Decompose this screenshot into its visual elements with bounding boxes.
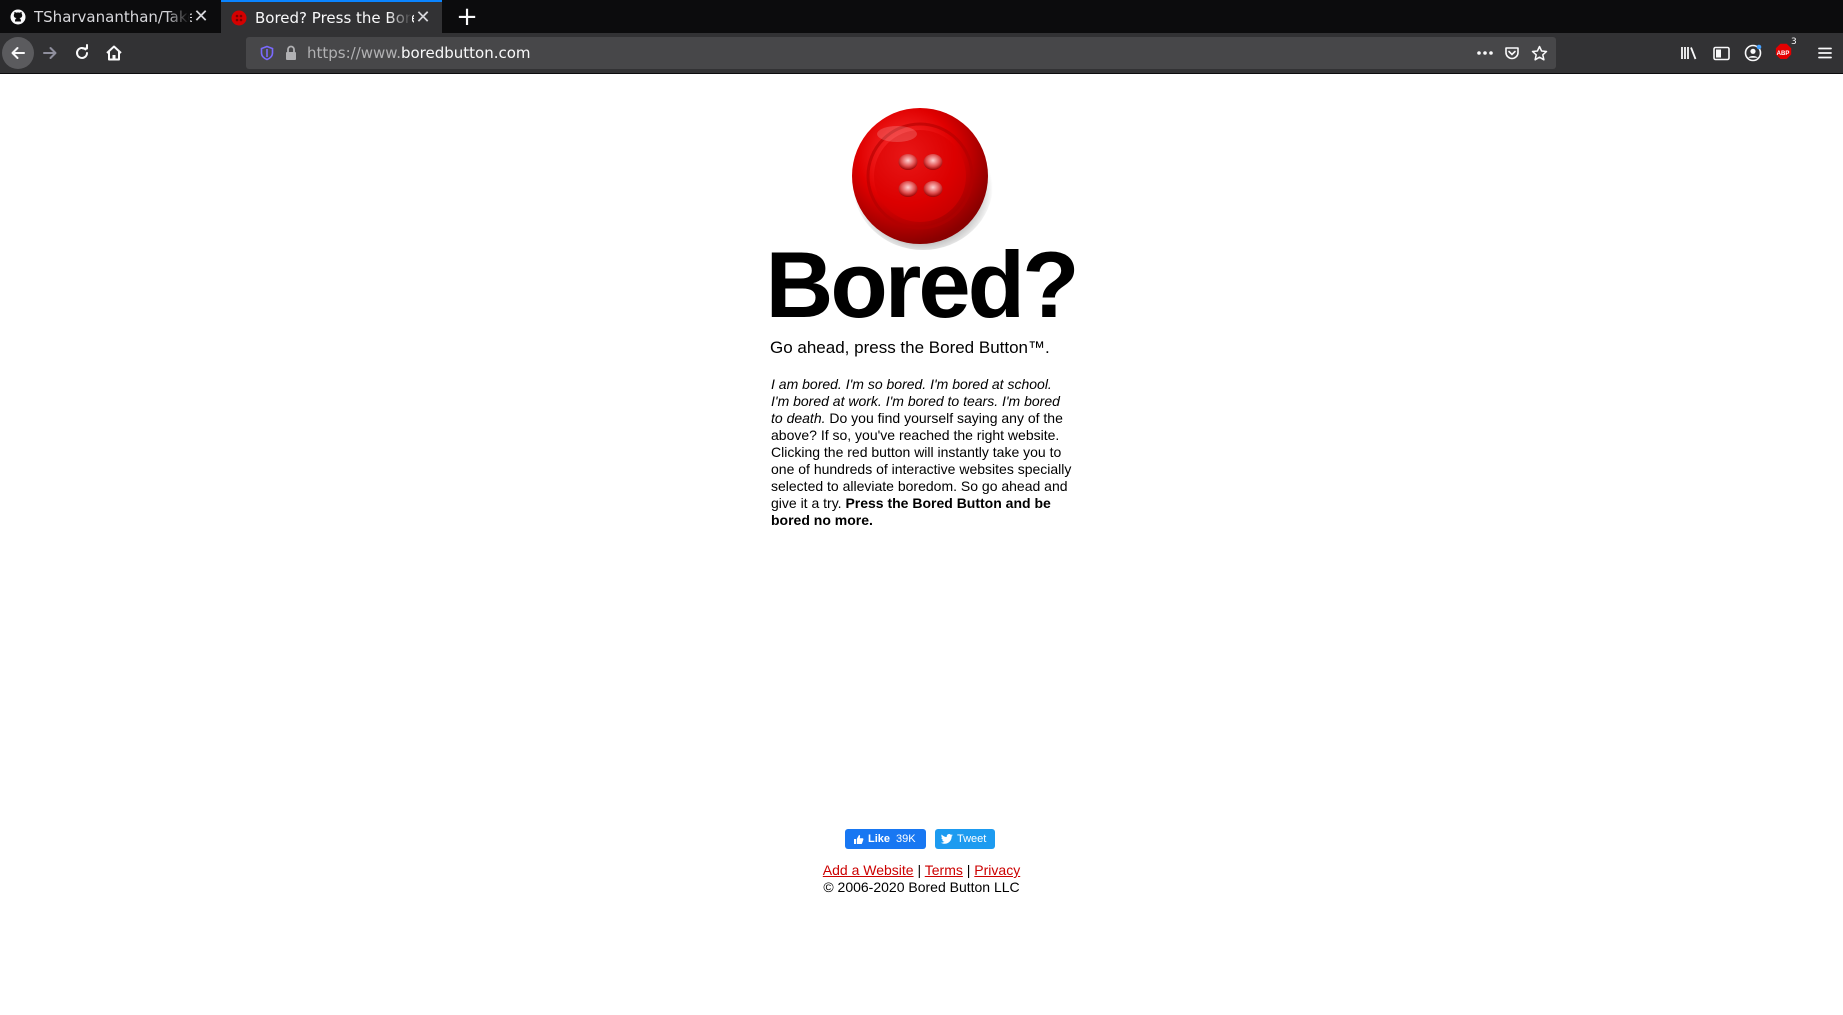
close-tab-icon[interactable]: ✕ <box>414 7 432 28</box>
tab-boredbutton[interactable]: Bored? Press the Bored B ✕ <box>221 0 442 33</box>
tagline: Go ahead, press the Bored Button™. <box>770 338 1050 357</box>
twitter-bird-icon <box>941 834 953 844</box>
forward-button[interactable] <box>35 38 65 68</box>
like-label: Like <box>868 833 891 845</box>
separator: | <box>917 862 922 878</box>
page-content: Bored? Go ahead, press the Bored Button™… <box>0 74 1843 1015</box>
footer-links: Add a Website | Terms | Privacy <box>0 862 1843 879</box>
account-button[interactable] <box>1738 38 1768 68</box>
tab-github[interactable]: TSharvananthan/TakeMe ✕ <box>0 0 220 33</box>
terms-link[interactable]: Terms <box>925 862 963 878</box>
adblock-plus-button[interactable]: ABP 3 <box>1770 37 1800 68</box>
tweet-label: Tweet <box>957 833 987 845</box>
description-paragraph: I am bored. I'm so bored. I'm bored at s… <box>771 376 1073 529</box>
separator: | <box>966 862 971 878</box>
home-icon <box>106 45 122 61</box>
pocket-icon[interactable] <box>1497 38 1527 68</box>
reload-icon <box>76 44 88 59</box>
bookmark-star-icon[interactable] <box>1524 38 1554 68</box>
bored-button-favicon-icon <box>231 10 247 25</box>
menu-button[interactable] <box>1810 38 1840 68</box>
add-website-link[interactable]: Add a Website <box>823 862 914 878</box>
home-button[interactable] <box>99 38 129 68</box>
page-actions-menu-icon[interactable] <box>1470 38 1500 68</box>
sidebar-icon <box>1712 46 1730 60</box>
reload-button[interactable] <box>67 38 97 68</box>
github-icon <box>10 9 26 24</box>
tab-strip: TSharvananthan/TakeMe ✕ Bored? Press the… <box>0 0 1843 33</box>
svg-text:ABP: ABP <box>1777 51 1790 57</box>
copyright: © 2006-2020 Bored Button LLC <box>823 879 1020 895</box>
lock-icon[interactable] <box>276 38 306 68</box>
back-arrow-icon <box>11 47 25 59</box>
tweet-button[interactable]: Tweet <box>935 829 995 849</box>
library-button[interactable] <box>1674 38 1704 68</box>
library-icon <box>1681 47 1697 60</box>
new-tab-button[interactable]: + <box>452 0 482 33</box>
sidebar-toggle-button[interactable] <box>1706 38 1736 68</box>
thumbs-up-icon <box>854 834 864 844</box>
address-bar[interactable]: https://www.boredbutton.com <box>246 37 1556 69</box>
url-text[interactable]: https://www.boredbutton.com <box>307 37 531 69</box>
forward-arrow-icon <box>43 47 57 59</box>
hamburger-menu-icon <box>1818 47 1832 59</box>
back-button[interactable] <box>2 37 34 69</box>
headline: Bored? <box>765 232 1080 337</box>
bored-button[interactable] <box>847 104 993 250</box>
privacy-link[interactable]: Privacy <box>974 862 1020 878</box>
nav-toolbar: https://www.boredbutton.com ABP 3 <box>0 33 1843 74</box>
footer: Add a Website | Terms | Privacy © 2006-2… <box>0 862 1843 896</box>
adblock-badge-count: 3 <box>1791 37 1797 47</box>
like-count: 39K <box>896 833 916 845</box>
facebook-like-button[interactable]: Like 39K <box>845 829 926 849</box>
account-icon <box>1744 44 1762 62</box>
close-tab-icon[interactable]: ✕ <box>192 6 210 27</box>
